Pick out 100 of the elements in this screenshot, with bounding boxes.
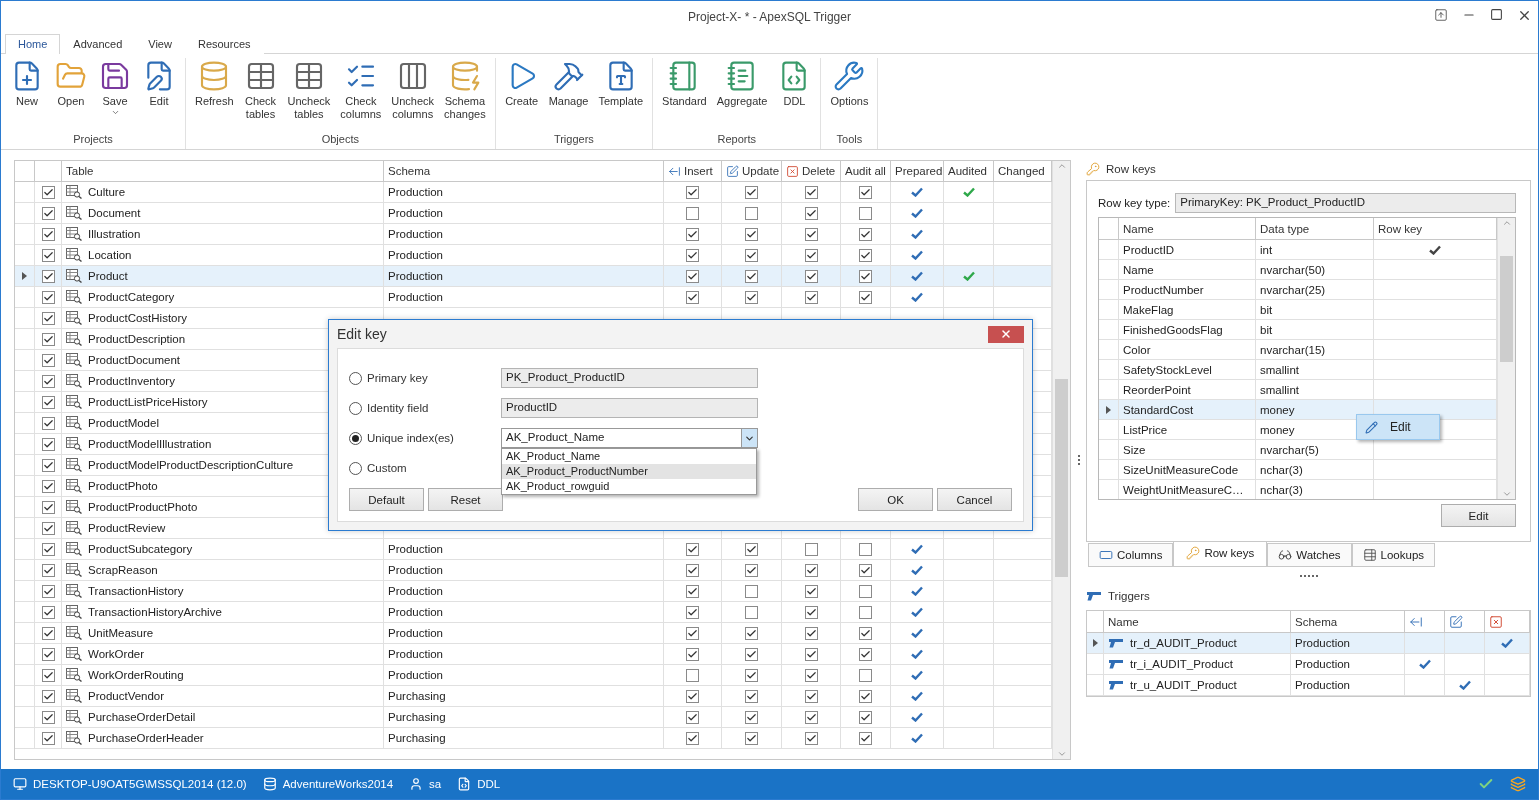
maximize-icon[interactable] [1490, 8, 1503, 21]
checkbox[interactable] [804, 689, 818, 703]
checkbox[interactable] [745, 668, 758, 682]
up-box-icon[interactable] [1434, 8, 1448, 22]
ribbon-button[interactable]: Aggregate [711, 58, 773, 133]
radio-button[interactable] [349, 371, 362, 385]
checkbox[interactable] [804, 227, 818, 241]
table-row[interactable]: ProductSubcategory Production [15, 539, 1052, 560]
table-row[interactable]: SafetyStockLevel smallint [1099, 360, 1497, 380]
checkbox[interactable] [804, 542, 818, 556]
table-row[interactable]: Culture Production [15, 182, 1052, 203]
checkbox[interactable] [745, 269, 758, 283]
checkbox[interactable] [686, 542, 699, 556]
checkbox[interactable] [859, 710, 872, 724]
column-header[interactable]: Update [722, 161, 782, 181]
checkbox[interactable] [804, 185, 818, 199]
input-field[interactable]: PK_Product_ProductID [501, 368, 758, 388]
checkbox[interactable] [859, 185, 872, 199]
checkbox[interactable] [745, 563, 758, 577]
ribbon-button[interactable]: Uncheck columns [386, 58, 440, 133]
table-row[interactable]: TransactionHistory Production [15, 581, 1052, 602]
ribbon-button[interactable]: New [5, 58, 49, 133]
checkbox[interactable] [859, 542, 872, 556]
checkbox[interactable] [686, 710, 699, 724]
checkbox[interactable] [41, 332, 55, 346]
radio-label[interactable]: Unique index(es) [367, 432, 454, 444]
radio-button[interactable] [349, 401, 362, 415]
checkbox[interactable] [745, 647, 758, 661]
column-header[interactable]: Name [1119, 218, 1256, 239]
scrollbar[interactable] [1052, 161, 1070, 759]
radio-label[interactable]: Primary key [367, 372, 428, 384]
checkbox[interactable] [859, 689, 872, 703]
checkbox[interactable] [41, 542, 55, 556]
checkbox[interactable] [686, 731, 699, 745]
checkbox[interactable] [804, 290, 818, 304]
column-header[interactable]: Audited [944, 161, 994, 181]
dialog-button[interactable]: Reset [428, 488, 503, 511]
checkbox[interactable] [41, 500, 55, 514]
checkbox[interactable] [745, 185, 758, 199]
table-row[interactable]: tr_u_AUDIT_Product Production [1087, 675, 1530, 696]
table-row[interactable]: tr_d_AUDIT_Product Production [1087, 633, 1530, 654]
column-header[interactable]: Schema [1291, 611, 1405, 632]
checkbox[interactable] [41, 626, 55, 640]
checkbox[interactable] [41, 647, 55, 661]
ribbon-button[interactable]: Standard [657, 58, 712, 133]
checkbox[interactable] [804, 206, 818, 220]
checkbox[interactable] [804, 563, 818, 577]
checkbox[interactable] [41, 605, 55, 619]
radio-button[interactable] [349, 431, 362, 445]
table-row[interactable]: ScrapReason Production [15, 560, 1052, 581]
table-row[interactable]: Product Production [15, 266, 1052, 287]
close-icon[interactable] [1517, 8, 1532, 23]
column-header[interactable]: Table [62, 161, 384, 181]
checkbox[interactable] [804, 269, 818, 283]
checkbox[interactable] [686, 185, 699, 199]
table-row[interactable]: Name nvarchar(50) [1099, 260, 1497, 280]
checkbox[interactable] [859, 206, 872, 220]
panel-tab[interactable]: Row keys [1173, 542, 1268, 567]
close-button[interactable] [988, 325, 1024, 343]
checkbox[interactable] [745, 227, 758, 241]
checkbox[interactable] [41, 458, 55, 472]
checkbox[interactable] [41, 689, 55, 703]
column-header[interactable]: Audit all [841, 161, 891, 181]
checkbox[interactable] [41, 227, 55, 241]
ribbon-button[interactable]: Check columns [335, 58, 387, 133]
checkbox[interactable] [745, 206, 758, 220]
context-menu-item[interactable]: Edit [1356, 414, 1440, 440]
checkbox[interactable] [745, 605, 758, 619]
checkbox[interactable] [745, 542, 758, 556]
checkbox[interactable] [41, 353, 55, 367]
edit-button[interactable]: Edit [1441, 504, 1516, 527]
table-row[interactable]: Document Production [15, 203, 1052, 224]
checkbox[interactable] [41, 710, 55, 724]
column-header[interactable]: Data type [1256, 218, 1374, 239]
checkbox[interactable] [859, 605, 872, 619]
ribbon-button[interactable]: Check tables [238, 58, 283, 133]
ribbon-button[interactable]: Open [49, 58, 93, 133]
ribbon-button[interactable]: Save [93, 58, 137, 133]
dropdown-option[interactable]: AK_Product_rowguid [502, 479, 756, 494]
checkbox[interactable] [41, 731, 55, 745]
checkbox[interactable] [41, 206, 55, 220]
checkbox[interactable] [41, 269, 55, 283]
checkbox[interactable] [859, 626, 872, 640]
checkbox[interactable] [686, 689, 699, 703]
checkbox[interactable] [745, 710, 758, 724]
ribbon-button[interactable]: Edit [137, 58, 181, 133]
ribbon-button[interactable]: DDL [772, 58, 817, 133]
ribbon-button[interactable]: Template [593, 58, 649, 133]
table-row[interactable]: WorkOrderRouting Production [15, 665, 1052, 686]
checkbox[interactable] [686, 290, 699, 304]
checkbox[interactable] [686, 206, 699, 220]
panel-tab[interactable]: Lookups [1351, 543, 1436, 567]
checkbox[interactable] [859, 269, 872, 283]
dialog-button[interactable]: OK [858, 488, 933, 511]
input-field[interactable]: ProductID [501, 398, 758, 418]
ribbon-button[interactable]: Manage [543, 58, 594, 133]
checkbox[interactable] [804, 626, 818, 640]
column-header[interactable]: Schema [384, 161, 664, 181]
checkbox[interactable] [745, 731, 758, 745]
table-row[interactable]: ReorderPoint smallint [1099, 380, 1497, 400]
